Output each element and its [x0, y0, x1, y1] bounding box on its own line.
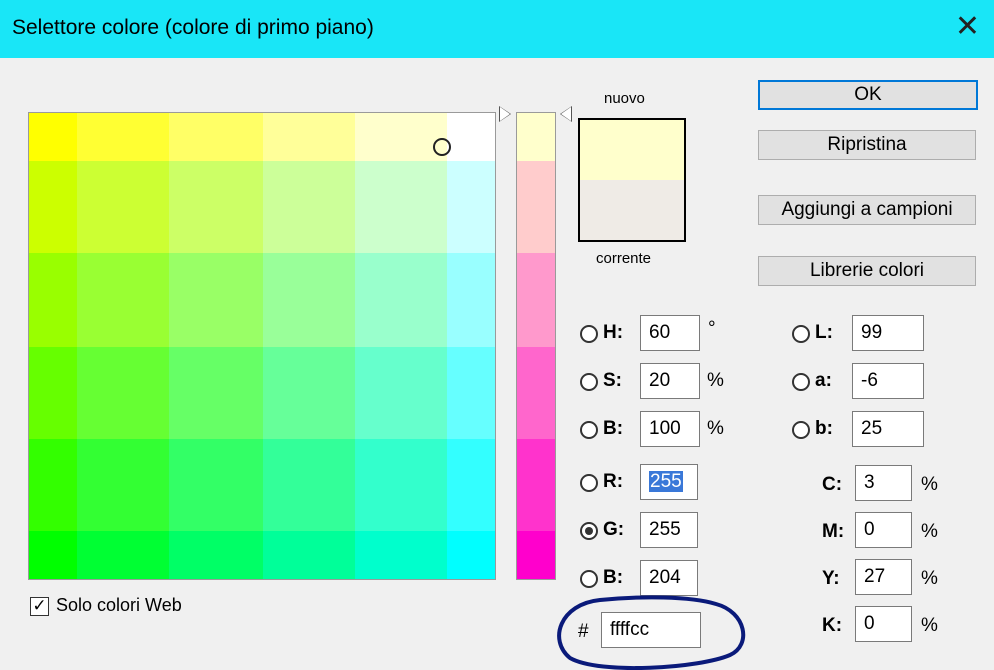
annotation-ellipse — [557, 595, 746, 670]
